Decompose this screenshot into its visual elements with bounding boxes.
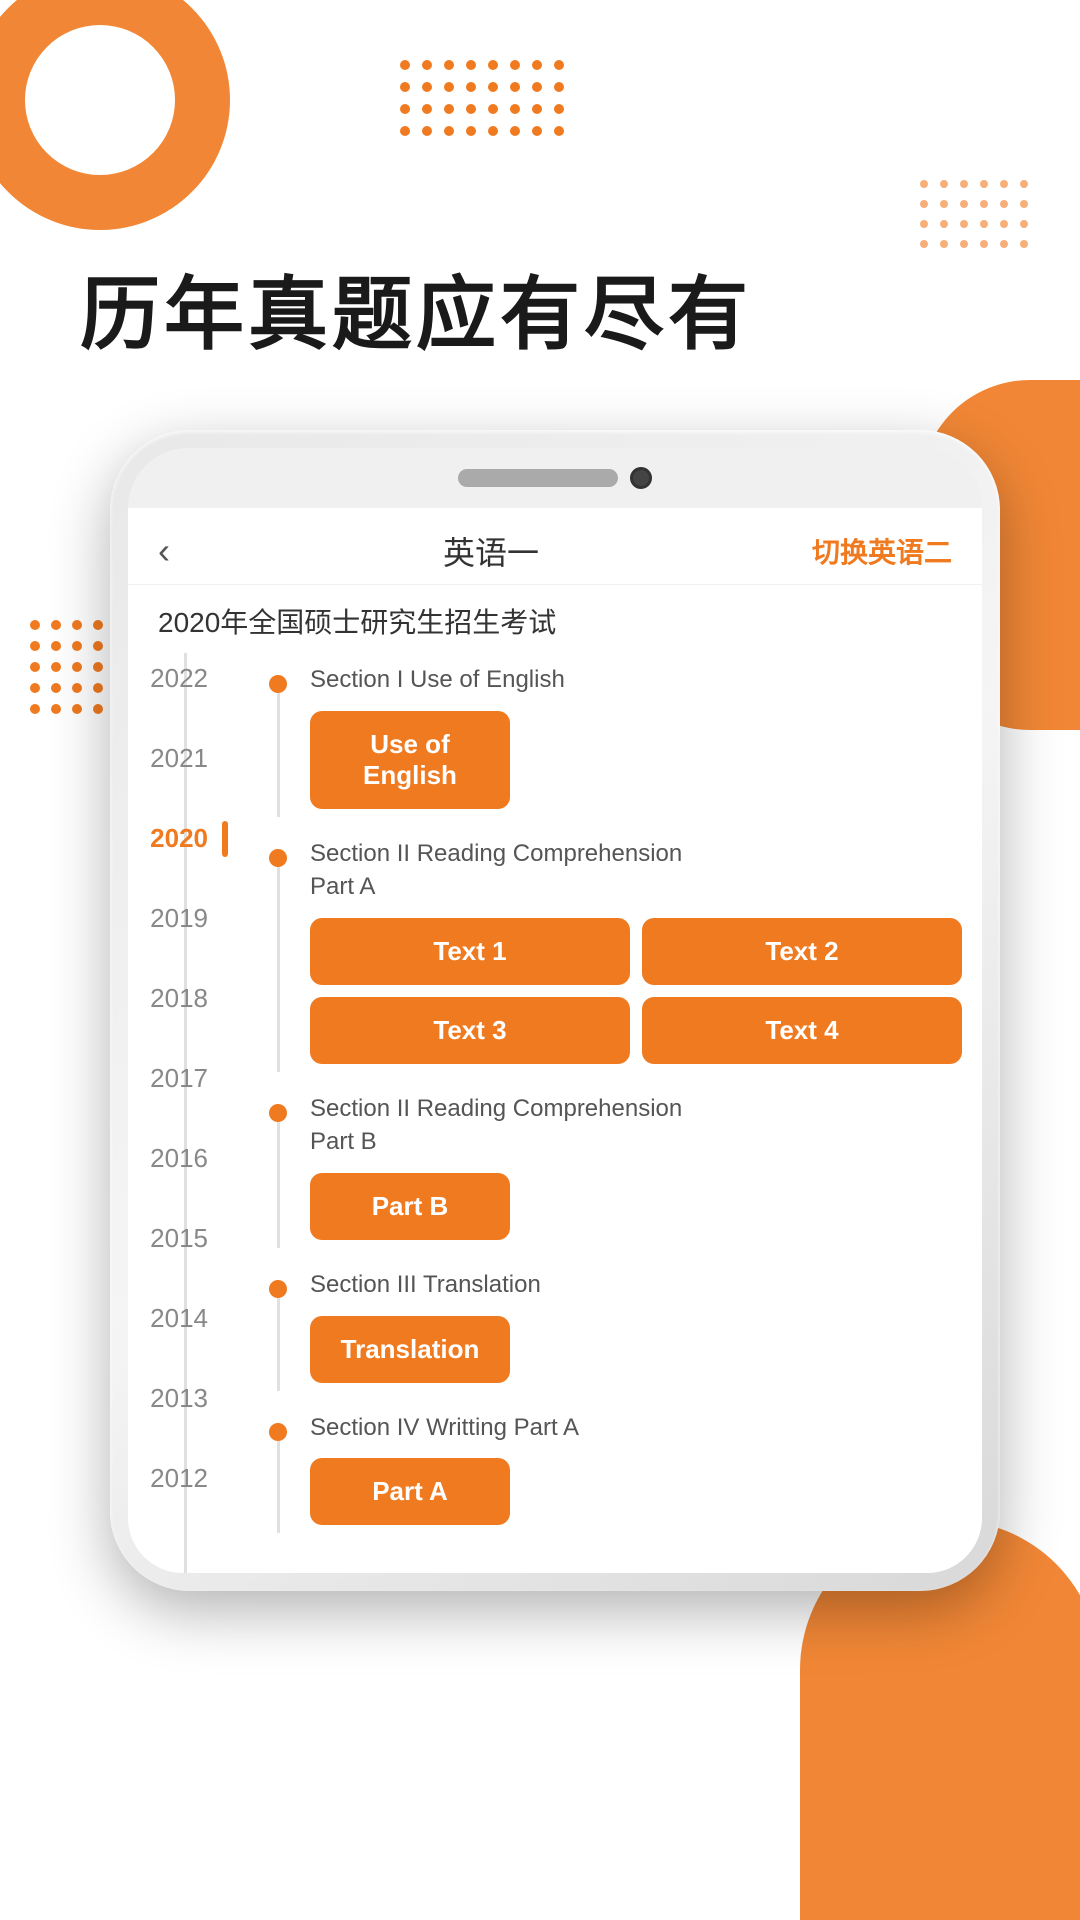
text2-button[interactable]: Text 2 — [642, 918, 962, 985]
section-5-content: Section IV Writting Part A Part A — [298, 1411, 962, 1534]
year-label-2014: 2014 — [150, 1303, 208, 1334]
tl-line-2 — [277, 867, 280, 1072]
year-item-2021[interactable]: 2021 — [148, 733, 228, 813]
phone-speaker — [458, 469, 618, 487]
tl-line-4 — [277, 1298, 280, 1391]
year-label-2018: 2018 — [150, 983, 208, 1014]
year-label-2021: 2021 — [150, 743, 208, 774]
year-item-2017[interactable]: 2017 — [148, 1053, 228, 1133]
year-label-2012: 2012 — [150, 1463, 208, 1494]
year-label-2015: 2015 — [150, 1223, 208, 1254]
year-item-2019[interactable]: 2019 — [148, 893, 228, 973]
year-active-bar — [222, 821, 228, 857]
part-a-button[interactable]: Part A — [310, 1458, 510, 1525]
section-1-buttons: Use of English — [310, 711, 510, 809]
sections-content: Section I Use of English Use of English — [248, 653, 982, 1573]
tl-dot-4 — [269, 1280, 287, 1298]
phone-camera — [630, 467, 652, 489]
year-item-2013[interactable]: 2013 — [148, 1373, 228, 1453]
section-2-buttons: Text 1 Text 2 Text 3 Text 4 — [310, 918, 962, 1064]
year-item-2020[interactable]: 2020 — [148, 813, 228, 893]
year-item-2015[interactable]: 2015 — [148, 1213, 228, 1293]
tl-dot-3 — [269, 1104, 287, 1122]
tl-line-5 — [277, 1441, 280, 1534]
tl-dot-5 — [269, 1423, 287, 1441]
use-of-english-button[interactable]: Use of English — [310, 711, 510, 809]
exam-subtitle: 2020年全国硕士研究生招生考试 — [128, 585, 982, 653]
tl-dot-2 — [269, 849, 287, 867]
content-area: 2022 2021 2020 2019 2018 — [128, 653, 982, 1573]
bg-dots-right-mid — [920, 180, 1030, 250]
bg-circle-top-left — [0, 0, 230, 230]
section-3-label: Section II Reading ComprehensionPart B — [310, 1092, 962, 1159]
year-label-2013: 2013 — [150, 1383, 208, 1414]
section-use-of-english: Section I Use of English Use of English — [258, 663, 962, 817]
section-row-4: Section III Translation Translation — [258, 1268, 962, 1391]
part-b-button[interactable]: Part B — [310, 1173, 510, 1240]
phone-outer-frame: ‹ 英语一 切换英语二 2020年全国硕士研究生招生考试 2022 2021 — [110, 430, 1000, 1591]
switch-button[interactable]: 切换英语二 — [812, 531, 952, 571]
phone-mockup: ‹ 英语一 切换英语二 2020年全国硕士研究生招生考试 2022 2021 — [110, 430, 1000, 1591]
text3-button[interactable]: Text 3 — [310, 997, 630, 1064]
section-row-1: Section I Use of English Use of English — [258, 663, 962, 817]
bg-dots-top-center — [400, 60, 566, 138]
tl-line-3 — [277, 1122, 280, 1248]
tl-dot-col-1 — [258, 663, 298, 817]
year-item-2022[interactable]: 2022 — [148, 653, 228, 733]
section-translation: Section III Translation Translation — [258, 1268, 962, 1391]
year-item-2014[interactable]: 2014 — [148, 1293, 228, 1373]
tl-line-1 — [277, 693, 280, 817]
screen-title: 英语一 — [443, 528, 539, 574]
tl-dot-col-4 — [258, 1268, 298, 1391]
tl-dot-col-5 — [258, 1411, 298, 1534]
section-5-buttons: Part A — [310, 1458, 510, 1525]
section-writing-part-a: Section IV Writting Part A Part A — [258, 1411, 962, 1534]
section-row-5: Section IV Writting Part A Part A — [258, 1411, 962, 1534]
section-4-buttons: Translation — [310, 1316, 510, 1383]
phone-screen: ‹ 英语一 切换英语二 2020年全国硕士研究生招生考试 2022 2021 — [128, 508, 982, 1573]
section-row-2: Section II Reading ComprehensionPart A T… — [258, 837, 962, 1072]
section-1-content: Section I Use of English Use of English — [298, 663, 962, 817]
tl-dot-1 — [269, 675, 287, 693]
section-row-3: Section II Reading ComprehensionPart B P… — [258, 1092, 962, 1248]
year-label-2017: 2017 — [150, 1063, 208, 1094]
section-2-label: Section II Reading ComprehensionPart A — [310, 837, 962, 904]
section-3-content: Section II Reading ComprehensionPart B P… — [298, 1092, 962, 1248]
tl-dot-col-2 — [258, 837, 298, 1072]
year-label-2019: 2019 — [150, 903, 208, 934]
tl-dot-col-3 — [258, 1092, 298, 1248]
year-item-2018[interactable]: 2018 — [148, 973, 228, 1053]
year-label-2016: 2016 — [150, 1143, 208, 1174]
year-item-2012[interactable]: 2012 — [148, 1453, 228, 1533]
section-1-label: Section I Use of English — [310, 663, 962, 697]
section-2-content: Section II Reading ComprehensionPart A T… — [298, 837, 962, 1072]
timeline-sidebar: 2022 2021 2020 2019 2018 — [128, 653, 248, 1573]
section-3-buttons: Part B — [310, 1173, 510, 1240]
phone-notch — [128, 448, 982, 508]
text4-button[interactable]: Text 4 — [642, 997, 962, 1064]
main-title: 历年真题应有尽有 — [80, 250, 752, 366]
translation-button[interactable]: Translation — [310, 1316, 510, 1383]
section-4-content: Section III Translation Translation — [298, 1268, 962, 1391]
section-reading-part-a: Section II Reading ComprehensionPart A T… — [258, 837, 962, 1072]
year-label-2022: 2022 — [150, 663, 208, 694]
year-label-2020: 2020 — [150, 823, 208, 854]
back-button[interactable]: ‹ — [158, 530, 170, 572]
screen-header: ‹ 英语一 切换英语二 — [128, 508, 982, 585]
section-reading-part-b: Section II Reading ComprehensionPart B P… — [258, 1092, 962, 1248]
year-item-2016[interactable]: 2016 — [148, 1133, 228, 1213]
section-4-label: Section III Translation — [310, 1268, 962, 1302]
text1-button[interactable]: Text 1 — [310, 918, 630, 985]
section-5-label: Section IV Writting Part A — [310, 1411, 962, 1445]
